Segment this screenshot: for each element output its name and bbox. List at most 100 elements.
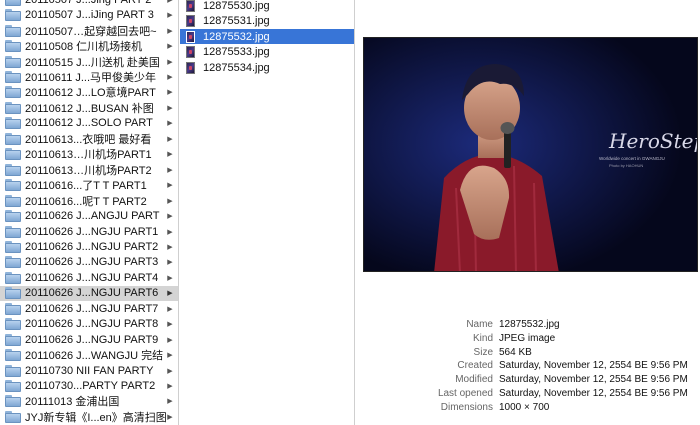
folder-item[interactable]: 20111013 金浦出国 ▶ <box>0 394 178 410</box>
folder-item[interactable]: 20110507 J...iJing PART 3 ▶ <box>0 7 178 23</box>
folder-item[interactable]: 20110613...衣哦吧 最好看 ▶ <box>0 131 178 147</box>
file-name: 12875533.jpg <box>203 46 270 59</box>
watermark-title: HeroStep <box>608 129 698 153</box>
disclosure-arrow-icon: ▶ <box>167 27 173 35</box>
folder-icon <box>5 55 21 68</box>
jpeg-thumbnail-icon <box>186 61 195 74</box>
file-item[interactable]: 12875534.jpg <box>180 60 354 76</box>
folder-icon <box>5 117 21 130</box>
folder-icon <box>5 210 21 223</box>
folder-icon <box>5 148 21 161</box>
image-preview: HeroStep Worldwide concert in GWANGJU Ph… <box>363 37 698 272</box>
folder-item[interactable]: 20110626 J...NGJU PART7 ▶ <box>0 301 178 317</box>
folder-name: 20110730 NII FAN PARTY <box>25 364 154 377</box>
folder-icon <box>5 24 21 37</box>
folder-item[interactable]: 20110612 J...BUSAN 补图 ▶ <box>0 100 178 116</box>
folder-item[interactable]: 20110626 J...NGJU PART9 ▶ <box>0 332 178 348</box>
folder-item[interactable]: 20110612 J...LO意境PART ▶ <box>0 85 178 101</box>
folder-name: 20110626 J...NGJU PART2 <box>25 240 159 253</box>
folder-item[interactable]: 20110613…川机场PART1 ▶ <box>0 147 178 163</box>
folder-column[interactable]: 20110507 J...Jing PART 2▶20110507 J...iJ… <box>0 0 179 425</box>
folder-name: 20110612 J...BUSAN 补图 <box>25 102 154 115</box>
folder-icon <box>5 271 21 284</box>
folder-name: 20110626 J...WANGJU 完结 <box>25 350 164 363</box>
folder-item[interactable]: 20110626 J...NGJU PART1 ▶ <box>0 224 178 240</box>
folder-name: 20110613…川机场PART2 <box>25 164 152 177</box>
file-column[interactable]: 12875530.jpg 12875531.jpg 12875532.jpg 1287… <box>180 0 355 425</box>
disclosure-arrow-icon: ▶ <box>167 321 173 329</box>
folder-name: 20110626 J...NGJU PART4 <box>25 271 159 284</box>
folder-icon <box>5 318 21 331</box>
disclosure-arrow-icon: ▶ <box>167 166 173 174</box>
folder-item[interactable]: 20110507 J...Jing PART 2▶ <box>0 0 178 8</box>
watermark-subtitle: Worldwide concert in GWANGJU <box>599 156 665 161</box>
folder-item[interactable]: 20110626 J...NGJU PART2 ▶ <box>0 239 178 255</box>
disclosure-arrow-icon: ▶ <box>167 43 173 51</box>
folder-icon <box>5 410 21 423</box>
folder-icon <box>5 302 21 315</box>
folder-icon <box>5 225 21 238</box>
folder-name: 20110626 J...NGJU PART3 <box>25 256 159 269</box>
folder-name: 20110613…川机场PART1 <box>25 149 152 162</box>
folder-item[interactable]: 20110612 J...SOLO PART ▶ <box>0 116 178 132</box>
folder-item[interactable]: 20110515 J...川送机 赴美国 ▶ <box>0 54 178 70</box>
disclosure-arrow-icon: ▶ <box>167 197 173 205</box>
folder-name: 20110616...了T T PART1 <box>25 180 147 193</box>
info-row: Dimensions 1000 × 700 <box>356 400 700 416</box>
folder-name: 20111013 金浦出国 <box>25 396 120 409</box>
folder-icon <box>5 9 21 22</box>
disclosure-arrow-icon: ▶ <box>167 151 173 159</box>
jpeg-thumbnail-icon <box>186 46 195 59</box>
folder-name: JYJ新专辑《I...en》高清扫图 <box>25 411 166 424</box>
folder-icon <box>5 240 21 253</box>
file-name: 12875530.jpg <box>203 0 270 12</box>
disclosure-arrow-icon: ▶ <box>167 12 173 20</box>
folder-item[interactable]: 20110626 J...NGJU PART8 ▶ <box>0 316 178 332</box>
file-item[interactable]: 12875532.jpg <box>180 28 354 45</box>
folder-item[interactable]: 20110626 J...ANGJU PART ▶ <box>0 208 178 224</box>
folder-item[interactable]: 20110616...了T T PART1 ▶ <box>0 177 178 193</box>
jpeg-thumbnail-icon <box>186 0 195 12</box>
disclosure-arrow-icon: ▶ <box>167 89 173 97</box>
folder-icon <box>5 0 21 6</box>
folder-item[interactable]: 20110626 J...NGJU PART4 ▶ <box>0 270 178 286</box>
folder-name: 20110626 J...NGJU PART8 <box>25 318 159 331</box>
disclosure-arrow-icon: ▶ <box>167 305 173 313</box>
folder-name: 20110508 仁川机场接机 <box>25 41 143 54</box>
disclosure-arrow-icon: ▶ <box>167 120 173 128</box>
folder-item[interactable]: 20110613…川机场PART2 ▶ <box>0 162 178 178</box>
folder-name: 20110612 J...SOLO PART <box>25 117 153 130</box>
disclosure-arrow-icon: ▶ <box>167 290 173 298</box>
folder-icon <box>5 395 21 408</box>
file-item[interactable]: 12875531.jpg <box>180 13 354 29</box>
folder-item[interactable]: 20110611 J...马甲俊美少年 ▶ <box>0 69 178 85</box>
folder-name: 20110730...PARTY PART2 <box>25 380 156 392</box>
folder-item[interactable]: 20110626 J...NGJU PART3 ▶ <box>0 255 178 271</box>
folder-name: 20110626 J...ANGJU PART <box>25 210 160 223</box>
preview-photo: HeroStep Worldwide concert in GWANGJU Ph… <box>364 38 698 271</box>
folder-name: 20110626 J...NGJU PART9 <box>25 333 159 346</box>
file-item[interactable]: 12875533.jpg <box>180 44 354 60</box>
folder-item[interactable]: 20110508 仁川机场接机 ▶ <box>0 38 178 54</box>
watermark-credit: Photo by HAOHUN <box>609 163 643 168</box>
folder-name: 20110626 J...NGJU PART6 <box>25 287 159 300</box>
folder-icon <box>5 179 21 192</box>
folder-icon <box>5 256 21 269</box>
info-value: 1000 × 700 <box>499 401 550 413</box>
folder-name: 20110611 J...马甲俊美少年 <box>25 72 157 84</box>
folder-item[interactable]: 20110730...PARTY PART2 ▶ <box>0 378 178 394</box>
folder-icon <box>5 380 21 392</box>
disclosure-arrow-icon: ▶ <box>167 367 173 375</box>
disclosure-arrow-icon: ▶ <box>167 274 173 282</box>
folder-item[interactable]: 20110626 J...NGJU PART6 ▶ <box>0 285 178 302</box>
folder-item[interactable]: 20110616...呢T T PART2 ▶ <box>0 193 178 209</box>
folder-name: 20110507 J...iJing PART 3 <box>25 9 154 22</box>
disclosure-arrow-icon: ▶ <box>167 182 173 190</box>
disclosure-arrow-icon: ▶ <box>167 135 173 143</box>
folder-item[interactable]: 20110507…起穿越回去吧~ ▶ <box>0 23 178 39</box>
folder-item[interactable]: JYJ新专辑《I...en》高清扫图 ▶ <box>0 409 178 425</box>
file-item[interactable]: 12875530.jpg <box>180 0 354 14</box>
folder-item[interactable]: 20110626 J...WANGJU 完结 ▶ <box>0 347 178 363</box>
folder-icon <box>5 71 21 83</box>
folder-item[interactable]: 20110730 NII FAN PARTY ▶ <box>0 363 178 379</box>
